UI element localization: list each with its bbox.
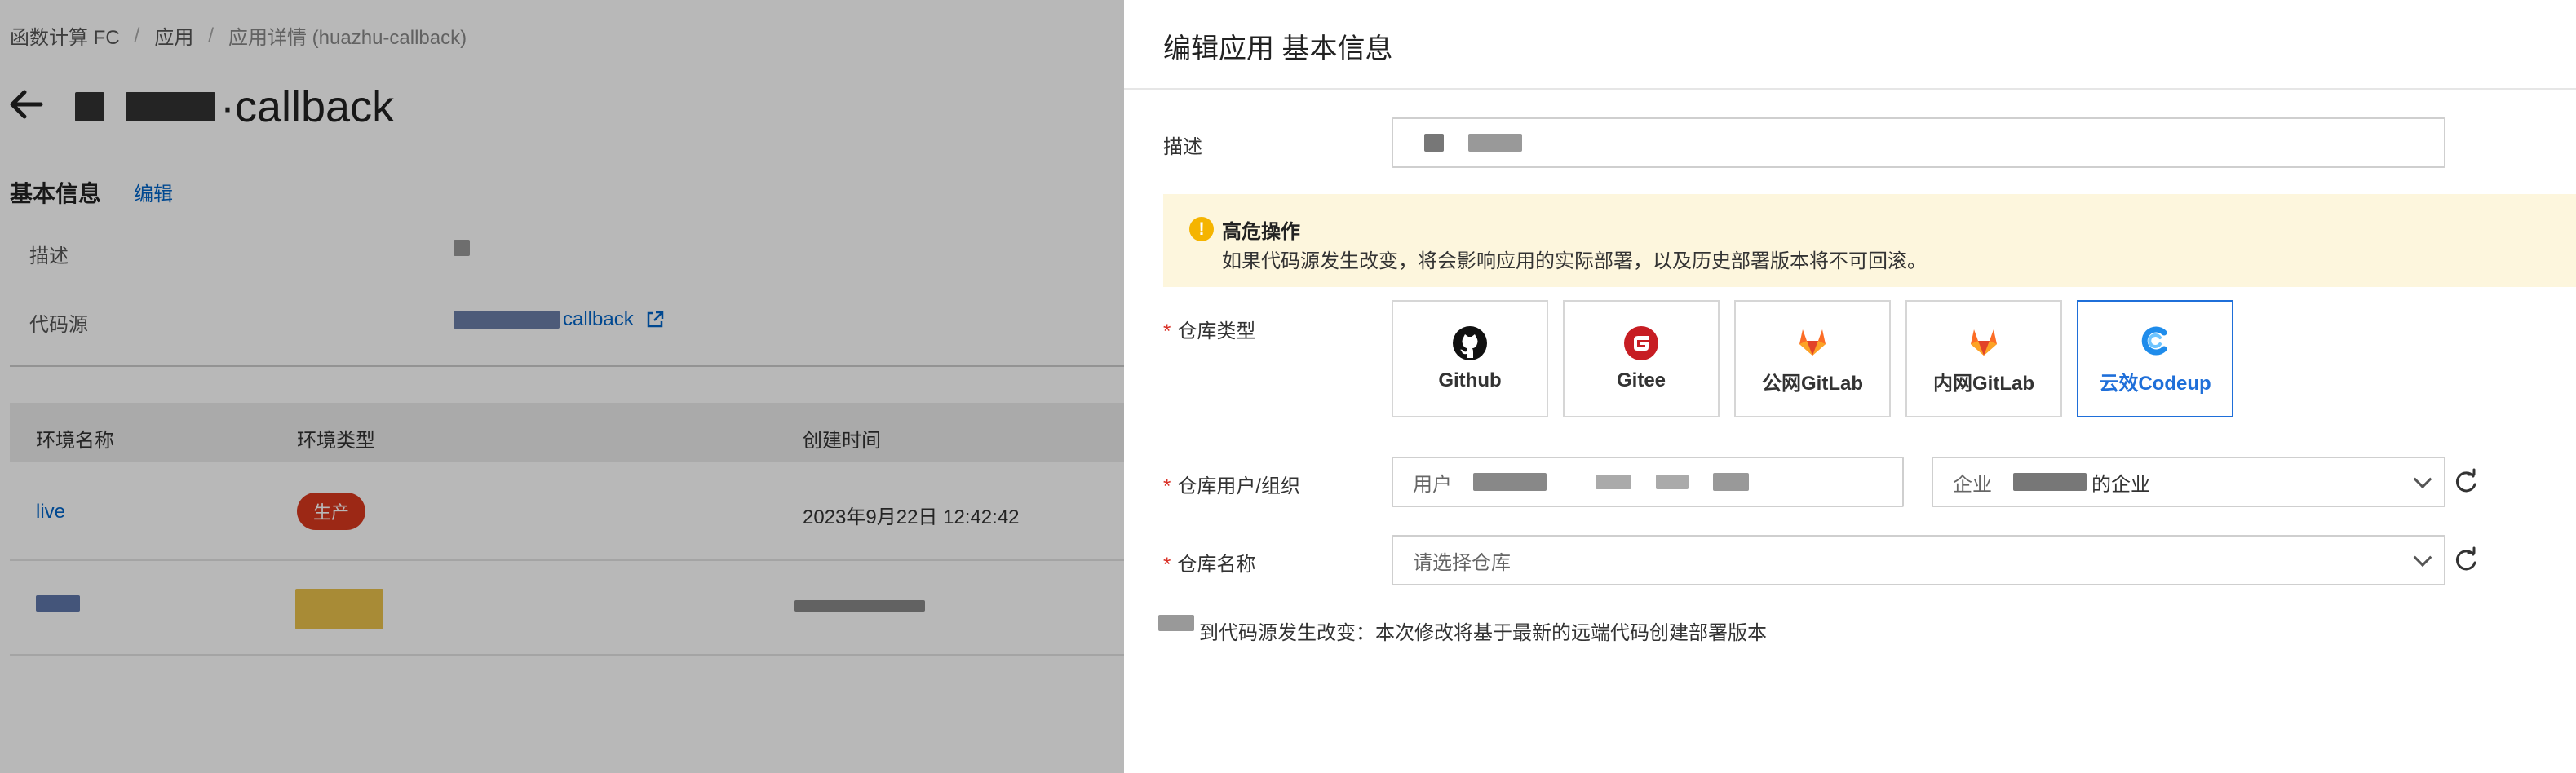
warning-icon: ! [1189,217,1214,241]
edit-basic-info-drawer: 编辑应用 基本信息 描述 ! 高危操作 如果代码源发生改变，将会影响应用的实际部… [1124,0,2576,773]
refresh-org-icon[interactable] [2452,468,2480,496]
description-input[interactable] [1392,117,2445,168]
redacted-text [1473,473,1547,491]
redacted-text [1596,475,1631,489]
app-detail-page: 函数计算 FC / 应用 / 应用详情 (huazhu-callback) ·c… [0,0,1124,773]
chevron-down-icon[interactable] [2413,548,2432,568]
repo-name-select[interactable]: 请选择仓库 [1392,535,2445,585]
repo-option-github[interactable]: Github [1392,300,1548,417]
repo-owner-label: * 仓库用户/组织 [1163,470,1300,498]
required-mark: * [1163,554,1171,576]
github-icon [1453,326,1487,360]
code-change-note: 到代码源发生改变：本次修改将基于最新的远端代码创建部署版本 [1199,622,1767,644]
codeup-icon [2141,326,2167,355]
modal-overlay[interactable] [0,0,1124,773]
repo-org-select[interactable]: 企业 的企业 [1932,457,2445,507]
repo-option-name: Github [1438,369,1502,391]
refresh-repo-icon[interactable] [2452,546,2480,574]
drawer-title: 编辑应用 基本信息 [1163,33,1393,64]
org-prefix: 企业 [1953,473,1992,496]
drawer-divider [1124,88,2576,90]
redacted-text [1656,475,1689,489]
required-mark: * [1163,475,1171,497]
repo-option-private-gitlab[interactable]: 内网GitLab [1905,300,2062,417]
chevron-down-icon[interactable] [2413,470,2432,489]
gitlab-icon [1971,329,1997,356]
repo-option-name: 内网GitLab [1933,372,2034,395]
warning-text: 如果代码源发生改变，将会影响应用的实际部署，以及历史部署版本将不可回滚。 [1222,250,1927,272]
high-risk-warning: ! 高危操作 如果代码源发生改变，将会影响应用的实际部署，以及历史部署版本将不可… [1163,194,2576,287]
redacted-text [1468,134,1522,152]
redacted-text [1158,615,1194,631]
repo-option-name: 公网GitLab [1762,372,1863,395]
gitlab-icon [1799,329,1826,356]
repo-user-select[interactable]: 用户 [1392,457,1904,507]
redacted-text [1424,134,1444,152]
repo-option-codeup[interactable]: 云效Codeup [2077,300,2233,417]
repo-option-name: 云效Codeup [2099,372,2211,395]
redacted-text [1713,473,1749,491]
required-mark: * [1163,320,1171,342]
repo-name-placeholder: 请选择仓库 [1413,551,1511,574]
desc-field-label: 描述 [1163,136,1202,158]
repo-owner-label-text: 仓库用户/组织 [1177,475,1301,497]
redacted-area [1124,605,1163,641]
repo-option-public-gitlab[interactable]: 公网GitLab [1734,300,1891,417]
repo-name-label: * 仓库名称 [1163,548,1255,576]
repo-type-label-text: 仓库类型 [1177,320,1256,342]
gitee-icon [1624,326,1658,360]
repo-option-gitee[interactable]: Gitee [1563,300,1720,417]
warning-title: 高危操作 [1222,221,1300,243]
repo-type-label: * 仓库类型 [1163,315,1255,343]
org-suffix: 的企业 [2091,473,2150,496]
user-prefix: 用户 [1413,473,1452,496]
redacted-text [2013,473,2087,491]
repo-option-name: Gitee [1616,369,1666,391]
repo-name-label-text: 仓库名称 [1177,554,1256,576]
